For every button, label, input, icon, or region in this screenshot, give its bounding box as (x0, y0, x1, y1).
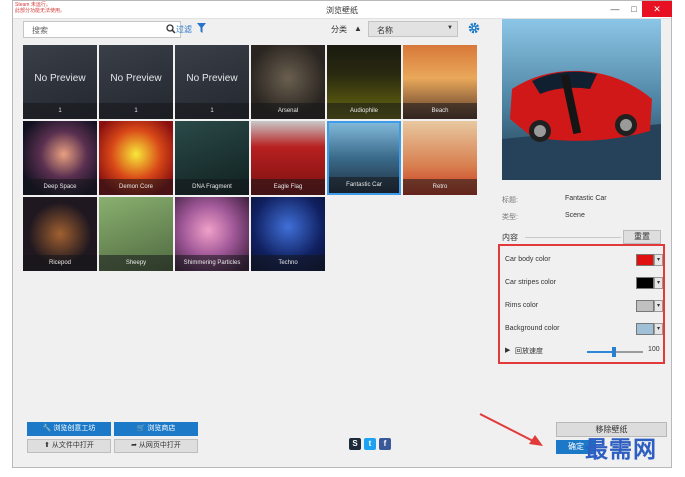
main-window: Steam 未运行。 此部分功能无法使用。 浏览壁纸 — □ ✕ 搜索 过滤 分… (12, 0, 672, 468)
annotation-arrow (479, 413, 543, 446)
watermark-logo: 最需网 (585, 437, 657, 462)
